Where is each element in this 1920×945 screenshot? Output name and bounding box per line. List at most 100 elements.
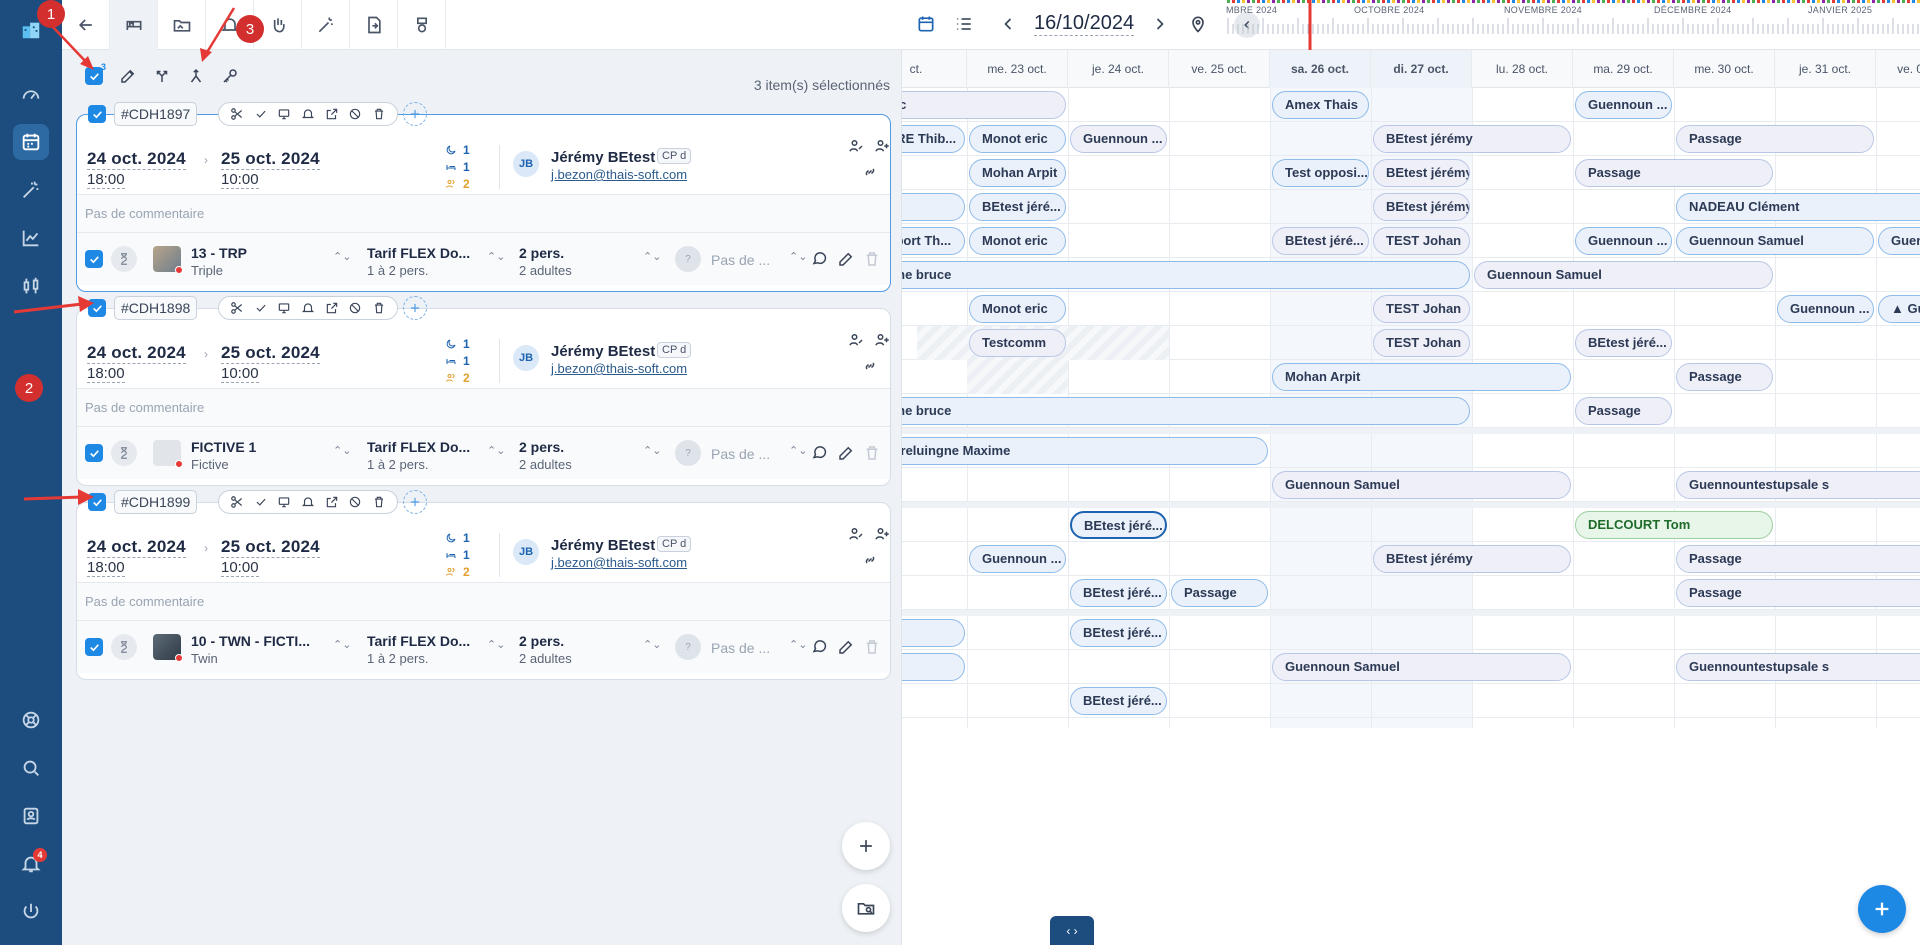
reservation-pill[interactable]: TEST Johan (1373, 329, 1470, 357)
customer-email-link[interactable]: j.bezon@thais-soft.com (551, 555, 687, 570)
reservation-pill[interactable]: BEtest jéré... (1272, 227, 1369, 255)
reservation-pill[interactable]: Guennoun ... (1777, 295, 1874, 323)
reservation-pill[interactable]: DELCOURT Tom (1575, 511, 1773, 539)
customer-name[interactable]: Jérémy BEtest (551, 149, 655, 166)
reservation-pill[interactable]: Passage (1676, 579, 1920, 607)
user-edit-icon[interactable] (847, 525, 865, 543)
reservation-pill[interactable]: Guennoun Samuel (1676, 227, 1874, 255)
scissors-icon[interactable] (230, 107, 244, 121)
reservation-pill[interactable]: Passage (1676, 125, 1874, 153)
user-add-icon[interactable] (873, 331, 891, 349)
reservation-pill[interactable]: Monot eric (969, 295, 1066, 323)
customer-email-link[interactable]: j.bezon@thais-soft.com (551, 361, 687, 376)
external-link-icon[interactable] (325, 107, 339, 121)
reservation-pill[interactable]: BEtest jérémy (1373, 159, 1470, 187)
check-icon[interactable] (254, 301, 268, 315)
reservation-pill[interactable]: Support Th... (902, 227, 965, 255)
pax-select-chevron-icon[interactable]: ⌃⌄ (643, 250, 661, 263)
bell-icon[interactable] (301, 107, 315, 121)
booking-comment[interactable]: Pas de commentaire (77, 195, 890, 233)
help-lifebuoy-icon[interactable] (13, 702, 49, 738)
comment-bubble-icon[interactable] (811, 250, 829, 268)
contacts-book-icon[interactable] (13, 798, 49, 834)
add-room-button[interactable] (403, 296, 427, 320)
reservation-pill[interactable]: BEtest jéré... (1070, 619, 1167, 647)
day-header[interactable]: ve. 25 oct. (1169, 50, 1270, 88)
departure-time[interactable]: 10:00 (221, 171, 259, 189)
add-room-button[interactable] (403, 102, 427, 126)
reservation-pill[interactable]: Monot eric (969, 125, 1066, 153)
booking-id[interactable]: #CDH1899 (114, 490, 198, 514)
edit-pencil-button[interactable] (116, 64, 140, 88)
tab-document-import[interactable] (350, 0, 398, 50)
day-header[interactable]: ve. 01 nov. (1876, 50, 1920, 88)
presentation-icon[interactable] (277, 495, 291, 509)
rate-select-chevron-icon[interactable]: ⌃⌄ (487, 250, 505, 263)
reservation-pill[interactable]: BEtest jérémy (1373, 545, 1571, 573)
room-row[interactable] (902, 616, 1920, 650)
reservation-pill[interactable]: Passage (1575, 397, 1672, 425)
reservation-pill[interactable]: Wayne bruce (902, 397, 1470, 425)
tab-magic-wand[interactable] (302, 0, 350, 50)
reservation-pill[interactable]: BEtest jéré... (1070, 579, 1167, 607)
guest-select-chevron-icon[interactable]: ⌃⌄ (789, 444, 807, 457)
reservation-pill[interactable]: BEtest jéré... (1070, 511, 1167, 539)
rate-select-chevron-icon[interactable]: ⌃⌄ (487, 444, 505, 457)
search-icon[interactable] (13, 750, 49, 786)
link-icon[interactable] (861, 551, 879, 569)
reservation-pill[interactable]: cezec (902, 91, 1066, 119)
reservation-pill[interactable]: BEtest jérémy (1373, 193, 1470, 221)
user-add-icon[interactable] (873, 525, 891, 543)
reservation-pill[interactable]: Guennoun ... (1070, 125, 1167, 153)
trash-icon[interactable] (863, 250, 881, 268)
add-room-button[interactable] (403, 490, 427, 514)
add-booking-line-button[interactable] (842, 822, 890, 870)
statistics-chart-icon[interactable] (13, 220, 49, 256)
select-all-checkbox[interactable]: 3 (82, 62, 106, 88)
arrival-date[interactable]: 24 oct. 2024 (87, 149, 186, 170)
reservation-pill[interactable]: Guennoun Samuel (1272, 653, 1571, 681)
calendar-view-icon[interactable] (916, 14, 936, 34)
merge-arrows-button[interactable] (184, 64, 208, 88)
arrival-time[interactable]: 18:00 (87, 365, 125, 383)
day-header[interactable]: me. 30 oct. (1674, 50, 1775, 88)
delete-trash-icon[interactable] (372, 301, 386, 315)
room-line-checkbox[interactable] (85, 250, 103, 268)
comment-bubble-icon[interactable] (811, 638, 829, 656)
room-select-chevron-icon[interactable]: ⌃⌄ (333, 444, 351, 457)
calendar-icon[interactable] (13, 124, 49, 160)
bell-icon[interactable] (301, 495, 315, 509)
new-reservation-button[interactable] (1858, 885, 1906, 933)
departure-date[interactable]: 25 oct. 2024 (221, 537, 320, 558)
pax-select-chevron-icon[interactable]: ⌃⌄ (643, 638, 661, 651)
reservation-pill[interactable]: Testcomm (969, 329, 1066, 357)
room-row[interactable] (902, 684, 1920, 718)
reservation-pill[interactable]: Test opposi... (1272, 159, 1369, 187)
tab-folder-image[interactable] (158, 0, 206, 50)
customer-email-link[interactable]: j.bezon@thais-soft.com (551, 167, 687, 182)
user-add-icon[interactable] (873, 137, 891, 155)
guest-placeholder[interactable]: Pas de ... (711, 446, 770, 462)
cancel-circle-icon[interactable] (348, 107, 362, 121)
customer-name[interactable]: Jérémy BEtest (551, 343, 655, 360)
panel-toggle-button[interactable]: ‹ › (1050, 916, 1094, 945)
candlestick-icon[interactable] (13, 268, 49, 304)
reservation-pill[interactable]: Guennountestupsale s (1676, 471, 1920, 499)
reservation-pill[interactable]: Guennoun Samuel (1272, 471, 1571, 499)
cancel-circle-icon[interactable] (348, 301, 362, 315)
room-select-chevron-icon[interactable]: ⌃⌄ (333, 250, 351, 263)
booking-checkbox[interactable] (88, 105, 106, 123)
arrival-date[interactable]: 24 oct. 2024 (87, 343, 186, 364)
room-line-checkbox[interactable] (85, 444, 103, 462)
folder-search-button[interactable] (842, 884, 890, 932)
reservation-pill[interactable]: Wayne bruce (902, 261, 1470, 289)
booking-id[interactable]: #CDH1897 (114, 102, 198, 126)
reservation-pill[interactable]: TEST Johan (1373, 227, 1470, 255)
room-line-checkbox[interactable] (85, 638, 103, 656)
reservation-pill[interactable]: Passage (1171, 579, 1268, 607)
check-icon[interactable] (254, 495, 268, 509)
booking-comment[interactable]: Pas de commentaire (77, 389, 890, 427)
reservation-pill[interactable] (902, 193, 965, 221)
rate-select-chevron-icon[interactable]: ⌃⌄ (487, 638, 505, 651)
previous-chevron-icon[interactable] (998, 14, 1018, 34)
